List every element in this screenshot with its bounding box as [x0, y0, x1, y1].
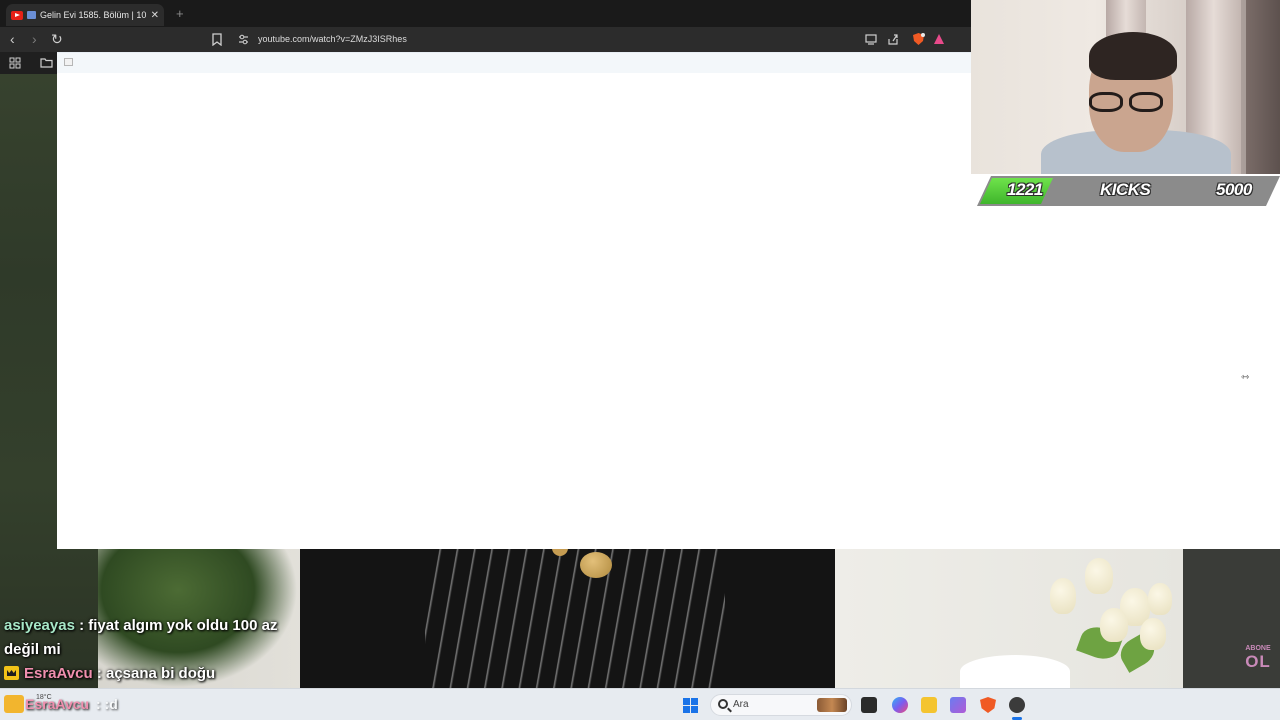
chat-username: asiyeayas	[4, 617, 75, 634]
media-playing-icon	[27, 11, 36, 19]
browser-tab-active[interactable]: Gelin Evi 1585. Bölüm | 10 Ka ✕	[6, 4, 164, 26]
webcam-feed	[971, 0, 1280, 174]
forward-button[interactable]: ›	[32, 31, 37, 47]
bookmark-icon[interactable]	[212, 33, 222, 46]
snipping-tool-icon[interactable]	[950, 697, 966, 713]
windows-start-icon[interactable]	[683, 698, 698, 713]
chat-username: EsraAvcu	[24, 665, 93, 682]
streamer-hair	[1089, 32, 1177, 80]
subscribe-logo: ABONE OL	[1240, 645, 1276, 673]
site-settings-icon[interactable]	[238, 34, 249, 45]
page-loading-strip	[57, 53, 971, 73]
taskbar-search[interactable]: Ara	[710, 694, 852, 716]
taskbar: 18°C EsraAvcu : :d Ara	[0, 688, 1280, 720]
dress-pattern	[425, 548, 725, 688]
crown-badge-icon	[4, 666, 19, 680]
chat-message: asiyeayas : fiyat algım yok oldu 100 az …	[4, 614, 304, 662]
copilot-icon[interactable]	[892, 697, 908, 713]
resize-cursor-icon: ⇿	[1241, 372, 1250, 383]
tab-title: Gelin Evi 1585. Bölüm | 10 Ka	[40, 10, 147, 20]
brave-shield-icon[interactable]	[912, 32, 925, 46]
weather-icon[interactable]	[4, 695, 24, 713]
file-explorer-icon[interactable]	[921, 697, 937, 713]
new-tab-button[interactable]: +	[176, 6, 184, 21]
kicks-goal-bar: 1221 KICKS 5000	[977, 176, 1280, 206]
tulip-bouquet	[1020, 548, 1180, 688]
share-icon[interactable]	[887, 33, 899, 45]
brave-browser-icon[interactable]	[980, 697, 996, 713]
tab-bar: Gelin Evi 1585. Bölüm | 10 Ka ✕ +	[0, 0, 971, 27]
back-button[interactable]: ‹	[10, 31, 15, 47]
chat-message: EsraAvcu : açsana bi doğu	[4, 662, 304, 686]
search-placeholder: Ara	[733, 699, 749, 710]
goal-current: 1221	[1007, 180, 1043, 199]
dress-button	[580, 552, 612, 578]
apps-grid-icon[interactable]	[9, 57, 21, 69]
goal-label: KICKS	[1100, 180, 1151, 199]
task-view-icon[interactable]	[861, 697, 877, 713]
search-icon	[718, 699, 728, 709]
overlay-username: EsraAvcu	[25, 696, 90, 712]
goal-target: 5000	[1216, 180, 1252, 199]
youtube-icon	[11, 10, 23, 20]
curtain	[1246, 0, 1280, 174]
navigation-bar: ‹ › ↻ youtube.com/watch?v=ZMzJ3ISRhes	[0, 27, 971, 52]
chat-overlay: asiyeayas : fiyat algım yok oldu 100 az …	[4, 614, 304, 686]
close-icon[interactable]: ✕	[151, 10, 159, 21]
cast-icon[interactable]	[865, 34, 877, 45]
address-bar[interactable]: youtube.com/watch?v=ZMzJ3ISRhes	[258, 34, 407, 44]
obs-icon[interactable]	[1009, 697, 1025, 713]
overlay-message: : :d	[96, 696, 118, 712]
folder-icon[interactable]	[40, 57, 53, 68]
screen: ABONE OL Gelin Evi 1585. Bölüm | 10 Ka ✕…	[0, 0, 1280, 720]
broken-image-icon	[64, 58, 73, 66]
subscribe-logo-big: OL	[1245, 652, 1271, 671]
search-highlight-image	[817, 698, 847, 712]
reload-button[interactable]: ↻	[51, 31, 63, 47]
chat-text: : açsana bi doğu	[96, 665, 216, 682]
brave-rewards-icon[interactable]	[933, 33, 945, 45]
streamer-glasses	[1089, 92, 1169, 112]
